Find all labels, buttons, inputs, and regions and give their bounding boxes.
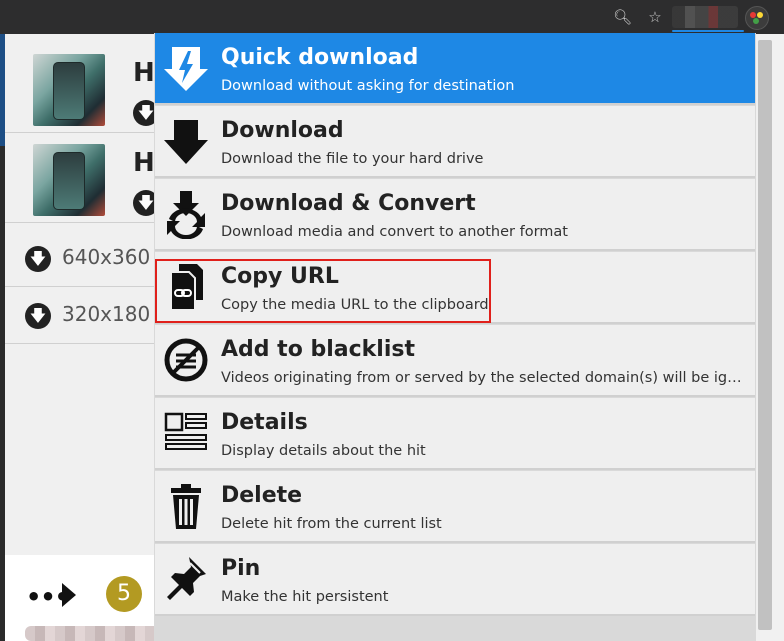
toolbar-indicator <box>672 30 744 32</box>
menu-item-details[interactable]: Details Display details about the hit <box>155 398 755 470</box>
variant-resolution: 320x180 <box>62 302 151 326</box>
download-icon[interactable]: 🡇 <box>25 246 51 272</box>
hit-title: H <box>133 58 155 88</box>
menu-item-title: Download & Convert <box>221 191 476 216</box>
scrollbar-thumb[interactable] <box>758 40 772 630</box>
menu-item-add-to-blacklist[interactable]: Add to blacklist Videos originating from… <box>155 325 755 397</box>
menu-item-title: Add to blacklist <box>221 337 415 362</box>
extension-icon[interactable] <box>745 6 769 30</box>
menu-item-desc: Display details about the hit <box>221 443 426 459</box>
menu-item-desc: Make the hit persistent <box>221 589 389 605</box>
menu-item-desc: Download media and convert to another fo… <box>221 224 568 240</box>
download-convert-icon <box>167 191 205 239</box>
menu-item-title: Download <box>221 118 344 143</box>
download-arrow-icon <box>164 120 208 164</box>
hit-item[interactable]: H 🡇 <box>5 44 159 133</box>
bookmark-star-icon[interactable]: ☆ <box>646 8 664 26</box>
hit-thumbnail <box>33 144 105 216</box>
hit-title: H <box>133 148 155 178</box>
menu-item-download-convert[interactable]: Download & Convert Download media and co… <box>155 179 755 251</box>
browser-toolbar: 🔍︎ ☆ <box>0 0 784 34</box>
pin-icon <box>167 557 206 600</box>
copy-url-highlight-box <box>155 259 491 323</box>
menu-item-title: Pin <box>221 556 261 581</box>
hit-thumbnail <box>33 54 105 126</box>
variant-resolution: 640x360 <box>62 245 151 269</box>
menu-item-download[interactable]: Download Download the file to your hard … <box>155 106 755 178</box>
menu-item-pin[interactable]: Pin Make the hit persistent <box>155 544 755 616</box>
menu-item-desc: Download without asking for destination <box>221 78 515 94</box>
menu-item-title: Delete <box>221 483 303 508</box>
menu-item-desc: Delete hit from the current list <box>221 516 442 532</box>
blurred-profile-area <box>672 6 738 28</box>
menu-item-title: Details <box>221 410 308 435</box>
download-icon[interactable]: 🡇 <box>25 303 51 329</box>
more-actions-button[interactable]: ••• <box>20 565 82 625</box>
actions-menu: Quick download Download without asking f… <box>154 33 756 641</box>
hit-count-badge: 5 <box>106 576 142 612</box>
menu-item-desc: Videos originating from or served by the… <box>221 370 749 386</box>
variant-item[interactable]: 🡇 320x180 <box>5 287 155 344</box>
menu-item-desc: Download the file to your hard drive <box>221 151 484 167</box>
menu-item-quick-download[interactable]: Quick download Download without asking f… <box>155 33 755 105</box>
play-arrow-icon <box>62 583 76 607</box>
blacklist-icon <box>164 338 208 382</box>
details-icon <box>164 412 207 450</box>
trash-icon <box>171 484 201 529</box>
menu-item-title: Quick download <box>221 45 419 70</box>
menu-item-delete[interactable]: Delete Delete hit from the current list <box>155 471 755 543</box>
hit-item[interactable]: H 🡇 <box>5 134 159 223</box>
quick-download-icon <box>164 47 208 91</box>
zoom-icon[interactable]: 🔍︎ <box>613 8 632 26</box>
variant-item[interactable]: 🡇 640x360 <box>5 230 155 287</box>
